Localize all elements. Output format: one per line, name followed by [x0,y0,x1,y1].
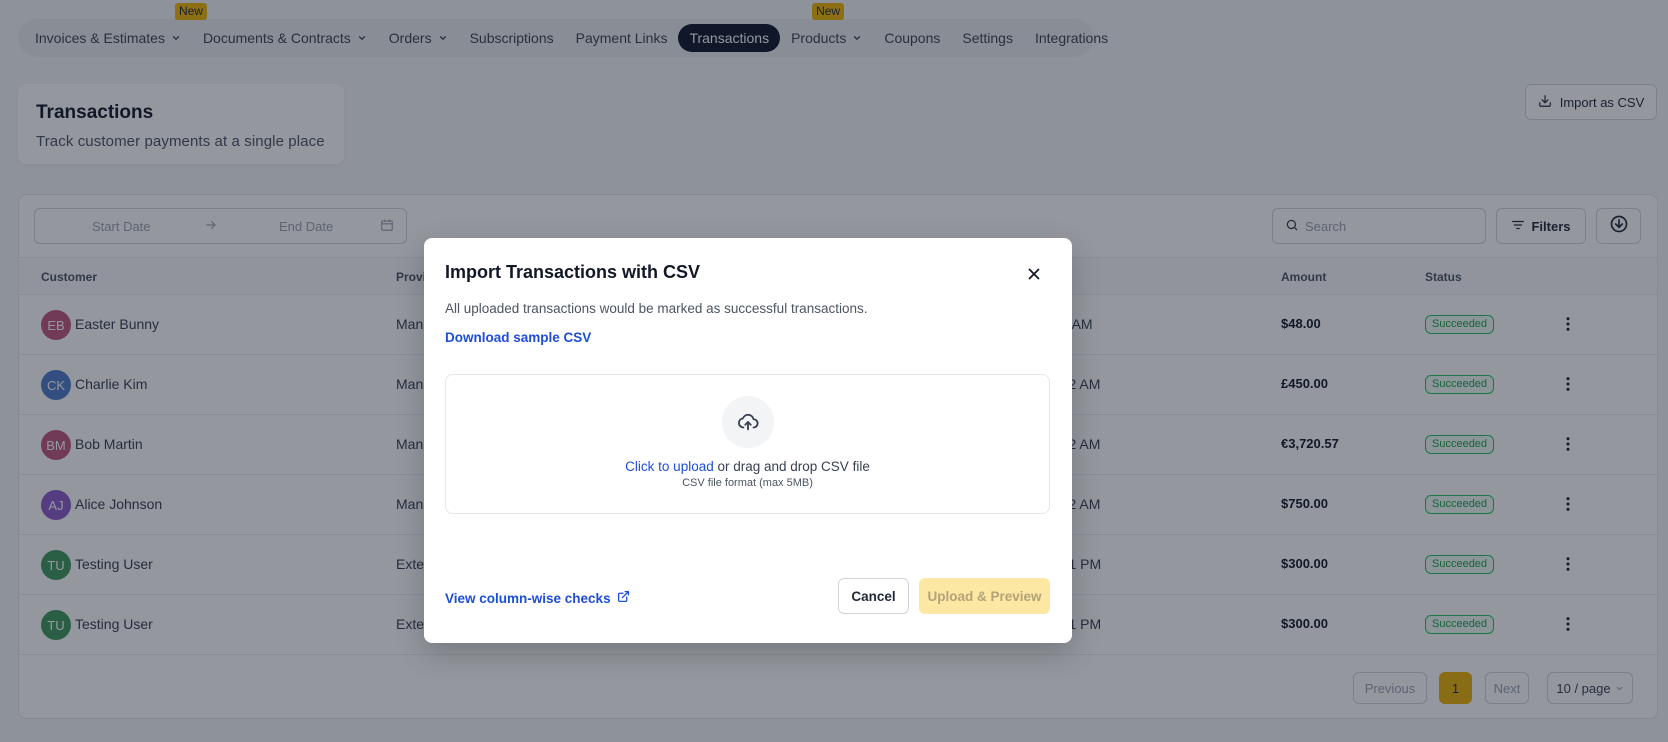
upload-preview-button[interactable]: Upload & Preview [919,578,1050,614]
download-sample-csv-link[interactable]: Download sample CSV [445,330,591,345]
view-column-checks-link[interactable]: View column-wise checks [445,590,630,606]
column-checks-label: View column-wise checks [445,590,611,606]
upload-instruction: Click to upload or drag and drop CSV fil… [446,459,1049,474]
external-link-icon [617,590,630,606]
click-to-upload-link[interactable]: Click to upload [625,459,714,474]
modal-description: All uploaded transactions would be marke… [445,301,868,316]
modal-title: Import Transactions with CSV [445,262,701,282]
close-icon[interactable] [1025,265,1043,283]
drag-drop-text: or drag and drop CSV file [713,459,870,474]
import-csv-modal: Import Transactions with CSV All uploade… [424,238,1072,643]
csv-dropzone[interactable]: Click to upload or drag and drop CSV fil… [445,374,1050,514]
file-format-hint: CSV file format (max 5MB) [682,477,813,489]
cancel-button[interactable]: Cancel [838,578,909,614]
upload-cloud-icon [722,396,774,448]
